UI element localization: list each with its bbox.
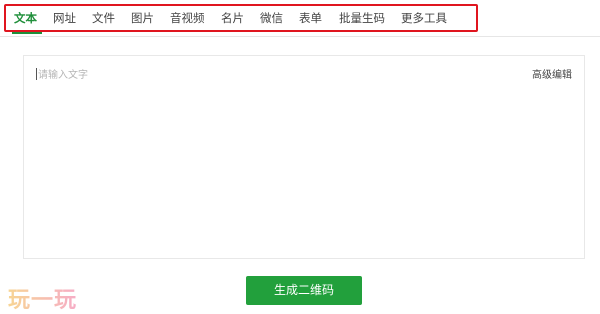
- text-cursor: [36, 68, 37, 80]
- advanced-edit-link[interactable]: 高级编辑: [532, 66, 572, 81]
- input-placeholder: 请输入文字: [38, 70, 88, 81]
- watermark-logo: 玩一玩: [8, 282, 77, 314]
- generate-qr-button[interactable]: 生成二维码: [246, 276, 362, 305]
- tab-highlight-box: [4, 4, 478, 32]
- active-tab-indicator: [12, 32, 42, 34]
- tab-bar: 文本 网址 文件 图片 音视频 名片 微信 表单 批量生码 更多工具: [0, 0, 600, 37]
- text-input-area[interactable]: 请输入文字 高级编辑: [23, 55, 585, 259]
